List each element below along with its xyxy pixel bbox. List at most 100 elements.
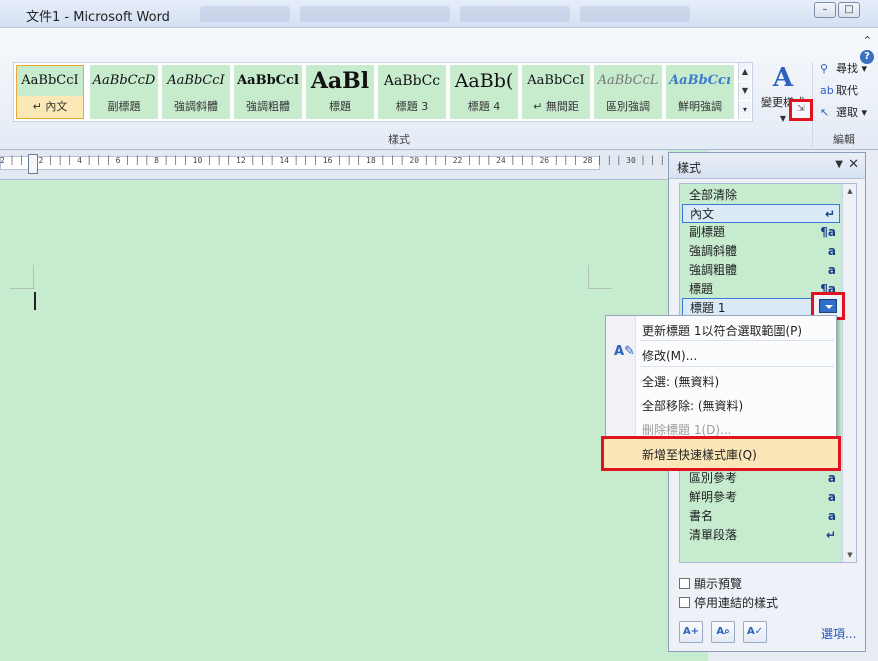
style-name: 鮮明強調 [678, 100, 722, 113]
style-name: 標題 3 [395, 100, 429, 113]
menu-item-select-all[interactable]: 全選: (無資料) [642, 373, 719, 390]
style-list-scrollbar[interactable]: ▲ ▼ [842, 184, 856, 562]
style-sample: AaBbCcI [167, 73, 225, 88]
style-item-strong[interactable]: 強調粗體 a [682, 261, 840, 280]
taskbar-blur [580, 6, 690, 22]
style-item-clear-all[interactable]: 全部清除 [682, 186, 840, 205]
styles-dialog-launcher[interactable]: ⇲ [789, 99, 813, 121]
new-style-icon: A+ [682, 626, 700, 637]
replace-button[interactable]: ab 取代 [820, 82, 858, 98]
style-item-label: 標題 [689, 282, 714, 296]
title-bar: 文件1 - Microsoft Word – □ [0, 0, 878, 28]
cursor-icon: ↖ [820, 106, 830, 119]
menu-item-add-to-quick-style-gallery[interactable]: 新增至快速樣式庫(Q) [601, 436, 841, 471]
style-tile-heading4[interactable]: AaBb( 標題 4 [450, 65, 518, 119]
menu-divider [640, 366, 834, 367]
options-link[interactable]: 選項... [821, 625, 856, 642]
style-sample: AaBbCcI [17, 66, 83, 96]
style-name: 標題 [329, 100, 351, 113]
scroll-up-icon[interactable]: ▲ [843, 184, 857, 198]
window-title: 文件1 - Microsoft Word [26, 10, 170, 25]
style-item-emphasis[interactable]: 強調斜體 a [682, 242, 840, 261]
show-preview-checkbox[interactable]: 顯示預覽 [679, 575, 742, 592]
taskbar-blur [300, 6, 450, 22]
horizontal-ruler[interactable]: 2 │ │ │ 2 │ │ │ 4 │ │ │ 6 │ │ │ 8 │ │ │ … [0, 150, 809, 180]
taskbar-blur [460, 6, 570, 22]
style-item-label: 副標題 [689, 225, 726, 239]
style-sample: AaBl [310, 68, 370, 94]
text-cursor [34, 292, 36, 310]
modify-style-icon: A✎ [614, 344, 635, 359]
new-style-button[interactable]: A+ [679, 621, 703, 643]
chevron-down-icon: ▼ [779, 114, 787, 123]
style-item-bright-reference[interactable]: 鮮明參考 a [682, 488, 840, 507]
find-button[interactable]: ⚲ 尋找 ▾ [820, 60, 867, 76]
style-item-label: 內文 [690, 207, 715, 221]
indent-marker[interactable] [28, 154, 38, 174]
scroll-down-icon[interactable]: ▼ [843, 548, 857, 562]
style-name: 標題 4 [467, 100, 501, 113]
taskbar-blur [200, 6, 290, 22]
styles-pane-header: 樣式 ▼ ✕ [669, 153, 865, 179]
maximize-button[interactable]: □ [838, 2, 860, 18]
style-name: 區別強調 [606, 100, 650, 113]
document-canvas[interactable] [0, 181, 668, 661]
disable-linked-label: 停用連結的樣式 [694, 596, 779, 610]
style-tile-strong[interactable]: AaBbCcl 強調粗體 [234, 65, 302, 119]
style-item-book-title[interactable]: 書名 a [682, 507, 840, 526]
ribbon-collapse-icon[interactable]: ⌃ [863, 34, 872, 47]
style-tile-heading3[interactable]: AaBbCc 標題 3 [378, 65, 446, 119]
character-style-icon: a [827, 263, 836, 277]
margin-corner-mark [10, 265, 34, 289]
style-inspector-button[interactable]: A⌕ [711, 621, 735, 643]
style-item-label: 全部清除 [689, 188, 738, 202]
find-label: 尋找 [836, 62, 858, 75]
launcher-icon: ⇲ [797, 104, 805, 114]
style-tile-emphasis[interactable]: AaBbCcI 強調斜體 [162, 65, 230, 119]
show-preview-label: 顯示預覽 [694, 577, 743, 591]
style-item-label: 強調粗體 [689, 263, 738, 277]
style-tile-subtle-emphasis[interactable]: AaBbCcL 區別強調 [594, 65, 662, 119]
style-sample: AaBb( [454, 70, 514, 92]
style-item-intense-reference[interactable]: 區別參考 a [682, 469, 840, 488]
style-tile-normal[interactable]: AaBbCcI ↵ 內文 [16, 65, 84, 119]
character-style-icon: a [827, 490, 836, 504]
style-item-label: 區別參考 [689, 471, 738, 485]
style-item-label: 標題 1 [690, 301, 726, 315]
style-item-label: 清單段落 [689, 528, 738, 542]
character-style-icon: a [827, 509, 836, 523]
style-item-subtitle[interactable]: 副標題 ¶a [682, 223, 840, 242]
replace-icon: ab [820, 84, 834, 97]
disable-linked-styles-checkbox[interactable]: 停用連結的樣式 [679, 594, 778, 611]
gallery-more-icon[interactable]: ▾ [738, 101, 751, 119]
style-name: 副標題 [107, 100, 141, 113]
style-tile-subtitle[interactable]: AaBbCcD 副標題 [90, 65, 158, 119]
style-tile-title[interactable]: AaBl 標題 [306, 65, 374, 119]
style-tile-intense-emphasis[interactable]: AaBbCcı 鮮明強調 [666, 65, 734, 119]
chevron-down-icon [819, 299, 837, 313]
pane-menu-icon[interactable]: ▼ [835, 159, 843, 170]
character-style-icon: a [827, 244, 836, 258]
style-sample: AaBbCcL [597, 73, 659, 88]
change-styles-icon: A [772, 63, 794, 93]
select-button[interactable]: ↖ 選取 ▾ [820, 104, 867, 120]
style-item-list-paragraph[interactable]: 清單段落 ↵ [682, 526, 840, 545]
linked-style-icon: ¶a [820, 225, 836, 239]
manage-styles-button[interactable]: A✓ [743, 621, 767, 643]
checkbox-icon [679, 597, 690, 608]
style-name: ↵ 內文 [32, 100, 68, 113]
close-icon[interactable]: ✕ [848, 157, 859, 172]
style-tile-no-spacing[interactable]: AaBbCcI ↵ 無間距 [522, 65, 590, 119]
style-item-label: 強調斜體 [689, 244, 738, 258]
menu-item-update-to-match[interactable]: 更新標題 1以符合選取範圍(P) [642, 322, 802, 339]
minimize-button[interactable]: – [814, 2, 836, 18]
style-name: 強調粗體 [246, 100, 290, 113]
menu-item-modify[interactable]: 修改(M)... [642, 347, 697, 364]
menu-item-remove-all[interactable]: 全部移除: (無資料) [642, 397, 743, 414]
gallery-scroll-up-icon[interactable]: ▲ [738, 63, 751, 81]
style-item-normal[interactable]: 內文 ↵ [682, 204, 840, 223]
styles-group-label: 樣式 [388, 133, 410, 146]
styles-pane-title: 樣式 [677, 161, 702, 175]
gallery-scroll-down-icon[interactable]: ▼ [738, 82, 751, 100]
style-sample: AaBbCcI [527, 73, 585, 88]
